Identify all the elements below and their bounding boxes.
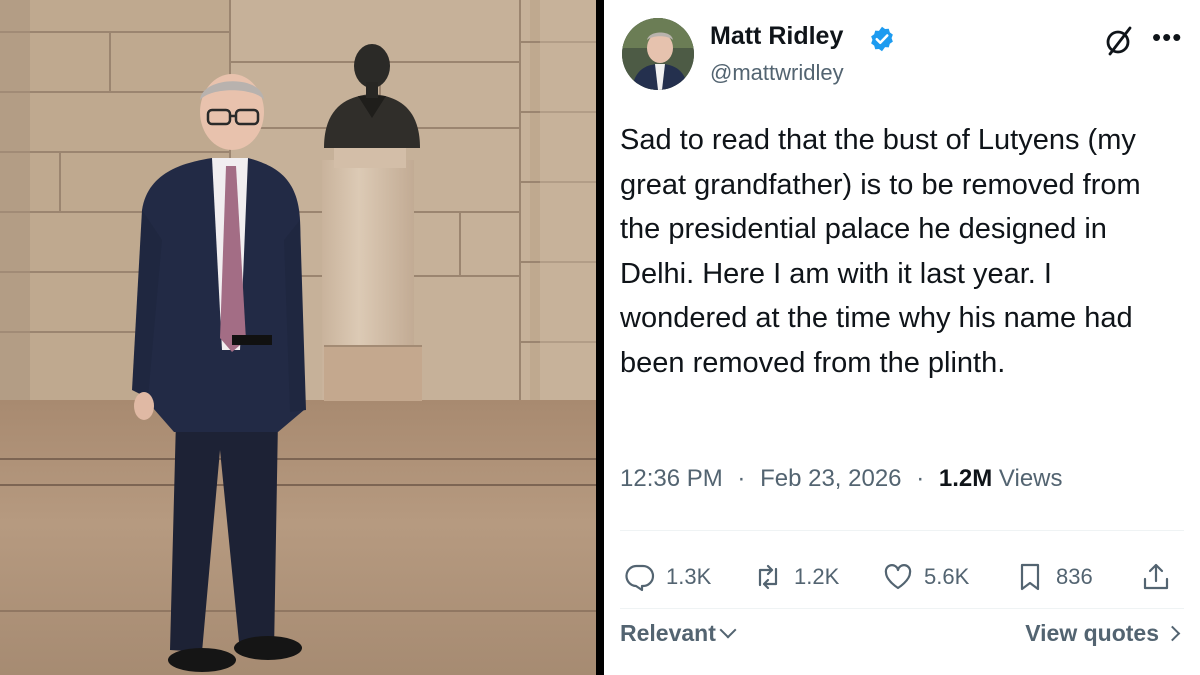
divider-top bbox=[620, 530, 1184, 531]
tweet-meta: 12:36 PM · Feb 23, 2026 · 1.2M Views bbox=[620, 465, 1063, 493]
sort-dropdown[interactable]: Relevant bbox=[620, 620, 737, 647]
reply-button[interactable]: 1.3K bbox=[624, 555, 711, 599]
tweet-card: Matt Ridley @mattwridley ••• Sad to read… bbox=[604, 0, 1200, 675]
reply-icon bbox=[625, 564, 655, 592]
tweet-time[interactable]: 12:36 PM bbox=[620, 465, 723, 492]
repost-button[interactable]: 1.2K bbox=[752, 555, 839, 599]
bookmark-button[interactable]: 836 bbox=[1014, 555, 1093, 599]
tweet-text: Sad to read that the bust of Lutyens (my… bbox=[620, 124, 1141, 379]
view-quotes-link[interactable]: View quotes bbox=[1025, 620, 1181, 647]
reply-count: 1.3K bbox=[666, 564, 712, 589]
composite-image: Matt Ridley @mattwridley ••• Sad to read… bbox=[0, 0, 1200, 675]
chevron-down-icon bbox=[719, 621, 737, 639]
meta-separator: · bbox=[916, 465, 925, 492]
photo-panel bbox=[0, 0, 596, 675]
avatar[interactable] bbox=[622, 18, 694, 90]
plinth-base bbox=[324, 345, 422, 401]
like-button[interactable]: 5.6K bbox=[882, 555, 969, 599]
author-handle[interactable]: @mattwridley bbox=[710, 60, 844, 86]
views-label: Views bbox=[998, 465, 1063, 492]
meta-separator: · bbox=[737, 465, 746, 492]
verified-badge-icon bbox=[871, 26, 893, 52]
chevron-right-icon bbox=[1164, 625, 1181, 642]
action-bar: 1.3K 1.2K 5.6K 836 bbox=[624, 555, 1184, 599]
divider-bottom bbox=[620, 608, 1184, 609]
man-standing bbox=[132, 74, 306, 672]
view-quotes-label: View quotes bbox=[1025, 620, 1159, 646]
author-name[interactable]: Matt Ridley bbox=[710, 22, 843, 51]
tweet-date[interactable]: Feb 23, 2026 bbox=[760, 465, 901, 492]
bookmark-count: 836 bbox=[1056, 564, 1093, 589]
heart-icon bbox=[884, 564, 912, 590]
like-count: 5.6K bbox=[924, 564, 970, 589]
repost-count: 1.2K bbox=[794, 564, 840, 589]
views-count: 1.2M bbox=[938, 465, 993, 492]
grok-icon[interactable] bbox=[1102, 24, 1136, 58]
more-icon[interactable]: ••• bbox=[1152, 22, 1182, 53]
share-button[interactable] bbox=[1140, 555, 1172, 599]
sort-label: Relevant bbox=[620, 620, 716, 646]
avatar-image bbox=[622, 18, 694, 90]
repost-icon bbox=[758, 564, 778, 590]
bronze-bust bbox=[324, 44, 420, 148]
share-icon bbox=[1143, 563, 1169, 590]
bookmark-icon bbox=[1020, 563, 1040, 591]
